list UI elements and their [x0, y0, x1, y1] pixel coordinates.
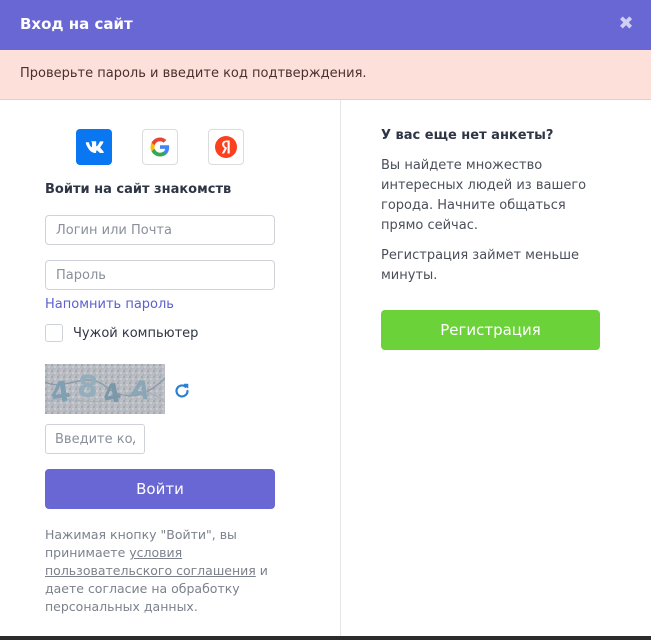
- modal-header: Вход на сайт ✖: [0, 0, 651, 50]
- register-time-note: Регистрация займет меньше минуты.: [381, 248, 580, 283]
- page-background: [0, 636, 651, 640]
- password-input[interactable]: [45, 260, 275, 290]
- captcha-code-input[interactable]: [45, 424, 145, 454]
- error-alert: Проверьте пароль и введите код подтвержд…: [0, 50, 651, 100]
- refresh-captcha-icon[interactable]: [172, 381, 192, 401]
- vk-login-button[interactable]: [76, 129, 112, 165]
- google-icon: [150, 137, 170, 157]
- login-modal: Вход на сайт ✖ Проверьте пароль и введит…: [0, 0, 651, 636]
- foreign-computer-checkbox[interactable]: [45, 324, 63, 342]
- yandex-icon: [215, 136, 237, 158]
- google-login-button[interactable]: [142, 129, 178, 165]
- vk-icon: [85, 141, 104, 153]
- login-heading: Войти на сайт знакомств: [45, 182, 232, 197]
- modal-title: Вход на сайт: [20, 15, 133, 33]
- register-button[interactable]: Регистрация: [381, 310, 600, 350]
- column-divider: [340, 100, 341, 636]
- login-button[interactable]: Войти: [45, 469, 275, 509]
- close-icon[interactable]: ✖: [614, 12, 638, 36]
- register-description: Вы найдете множество интересных людей из…: [381, 158, 587, 233]
- register-heading: У вас еще нет анкеты?: [381, 128, 554, 143]
- foreign-computer-label: Чужой компьютер: [73, 326, 199, 341]
- alert-text: Проверьте пароль и введите код подтвержд…: [20, 66, 367, 81]
- svg-text:8: 8: [75, 369, 99, 406]
- login-input[interactable]: [45, 215, 275, 245]
- captcha-image: 4 8 4 A: [45, 364, 165, 414]
- terms-text: Нажимая кнопку "Войти", вы принимаете ус…: [45, 526, 275, 616]
- yandex-login-button[interactable]: [208, 129, 244, 165]
- remind-password-link[interactable]: Напомнить пароль: [45, 297, 174, 312]
